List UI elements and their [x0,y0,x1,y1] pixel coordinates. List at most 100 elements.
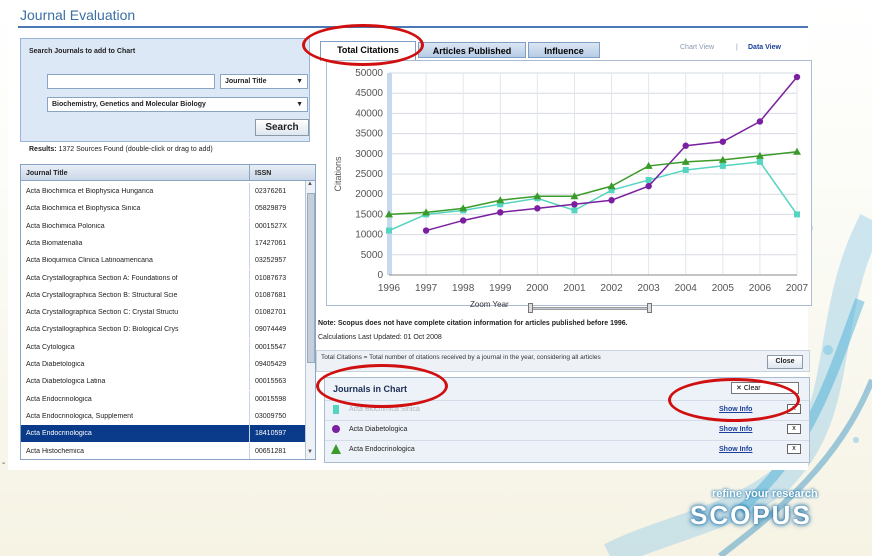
series-line [388,161,798,232]
table-row[interactable]: Acta Diabetologica Latina 00015563 [21,373,305,391]
left-edge-dash: - [2,458,6,469]
journal-title-cell: Acta Endocrinologica [26,430,92,438]
data-view-link[interactable]: Data View [748,44,781,51]
issn-cell: 00015563 [255,378,287,386]
chevron-down-icon: ▼ [296,78,303,85]
scopus-tagline: refine your research [712,488,818,500]
column-divider [249,165,250,181]
table-row[interactable]: Acta Cytologica 00015547 [21,338,305,356]
journal-name: Acta Endocrinologica [349,446,415,453]
x-tick-label: 2007 [786,283,809,294]
search-input[interactable] [47,74,215,89]
column-header-issn[interactable]: ISSN [255,170,271,177]
definition-text: Total Citations = Total number of citati… [321,354,601,361]
y-tick-label: 30000 [355,149,383,160]
list-scrollbar[interactable]: ▲ ▼ [305,181,315,459]
issn-cell: 00015598 [255,395,287,403]
search-button[interactable]: Search [255,119,309,136]
scroll-down-icon[interactable]: ▼ [307,449,313,455]
chevron-down-icon: ▼ [296,101,303,108]
subject-select[interactable]: Biochemistry, Genetics and Molecular Bio… [47,97,308,112]
table-row[interactable]: Acta Biochimica et Biophysica Hungarica 0… [21,183,305,200]
field-select-value: Journal Title [225,78,267,85]
table-row[interactable]: Acta Crystallographica Section B: Struct… [21,286,305,304]
table-row[interactable]: Acta Biomaterialia 17427061 [21,234,305,252]
table-row[interactable]: Acta Crystallographica Section D: Biolog… [21,321,305,339]
remove-journal-button[interactable]: x [787,444,801,454]
issn-cell: 18410597 [255,430,287,438]
journal-title-cell: Acta Biochimica et Biophysica Hungarica [26,188,154,195]
journal-title-cell: Acta Diabetologica Latina [26,378,106,386]
cell-divider [249,252,250,270]
scrollbar-thumb[interactable] [307,193,315,363]
title-underline [18,26,808,28]
data-point-square [386,227,392,234]
table-row[interactable]: Acta Biochimica et Biophysica Sinica 0582… [21,200,305,218]
y-tick-label: 20000 [355,189,383,200]
table-row[interactable]: Acta Histochemica 00651281 [21,442,305,459]
zoom-year-label: Zoom Year [470,300,509,309]
cell-divider [249,373,250,391]
issn-cell: 03009750 [255,412,287,420]
table-row[interactable]: Acta Endocrinologica 18410597 [21,425,305,443]
data-point-square [719,162,726,169]
issn-cell: 09074449 [255,326,287,334]
field-select[interactable]: Journal Title ▼ [220,74,308,89]
issn-cell: 00651281 [255,447,287,455]
citations-line-chart: 0 5000 10000 15000 20000 25000 30000 35000 40000… [333,68,809,294]
data-point-square [794,211,800,218]
y-tick-label: 50000 [355,68,383,79]
show-info-link[interactable]: Show Info [719,446,752,453]
journal-evaluation-window: Journal Evaluation Search Journals to ad… [8,4,812,470]
x-tick-label: 1996 [378,283,401,294]
issn-cell: 00015547 [255,343,287,351]
x-tick-label: 2003 [638,283,661,294]
series-triangle-marker-icon [331,444,341,454]
scroll-up-icon[interactable]: ▲ [307,181,313,187]
cell-divider [249,356,250,373]
y-tick-label: 25000 [355,169,383,180]
journal-title-cell: Acta Cytologica [26,343,75,351]
column-header-title[interactable]: Journal Title [26,170,68,177]
tab-influence[interactable]: Influence [528,42,600,58]
results-label: Results: [29,146,57,153]
tab-articles-published[interactable]: Articles Published [418,42,526,58]
table-row[interactable]: Acta Bioquimica Clinica Latinoamericana 0… [21,252,305,270]
table-header: Journal Title ISSN [21,165,315,181]
view-separator: | [736,44,738,51]
zoom-slider-start-handle[interactable] [528,303,533,313]
table-row[interactable]: Acta Crystallographica Section A: Founda… [21,269,305,287]
table-row[interactable]: Acta Endocrinologica, Supplement 03009750 [21,407,305,425]
series-line [388,151,798,216]
y-tick-label: 40000 [355,108,383,119]
data-point-circle [497,209,504,216]
table-row[interactable]: Acta Crystallographica Section C: Crysta… [21,304,305,322]
close-button[interactable]: Close [767,355,803,369]
data-point-square [756,158,763,165]
data-point-circle [534,205,541,212]
table-row[interactable]: Acta Biochimica Polonica 0001527X [21,217,305,235]
y-axis-label: Citations [333,156,343,192]
cell-divider [249,183,250,200]
zoom-slider-end-handle[interactable] [647,303,652,313]
journal-title-cell: Acta Bioquimica Clinica Latinoamericana [26,257,153,265]
series-circle-marker-icon [332,425,340,433]
journal-title-cell: Acta Biomaterialia [26,239,83,247]
y-tick-label: 10000 [355,230,383,241]
x-tick-label: 2002 [600,283,623,294]
journal-title-cell: Acta Crystallographica Section C: Crysta… [26,309,179,317]
citation-note: Note: Scopus does not have complete cita… [318,320,628,327]
data-point-circle [682,142,689,149]
journal-title-cell: Acta Diabetologica [26,361,85,368]
cell-divider [249,304,250,322]
y-tick-label: 5000 [361,250,384,261]
search-heading: Search Journals to add to Chart [29,48,136,55]
remove-journal-button[interactable]: x [787,424,801,434]
chart-view-link[interactable]: Chart View [680,44,714,51]
table-row[interactable]: Acta Endocrinologica 00015598 [21,390,305,408]
y-tick-label: 15000 [355,209,383,220]
show-info-link[interactable]: Show Info [719,426,752,433]
zoom-year-slider[interactable] [528,303,652,313]
x-tick-label: 1998 [452,283,475,294]
table-row[interactable]: Acta Diabetologica 09405429 [21,356,305,373]
